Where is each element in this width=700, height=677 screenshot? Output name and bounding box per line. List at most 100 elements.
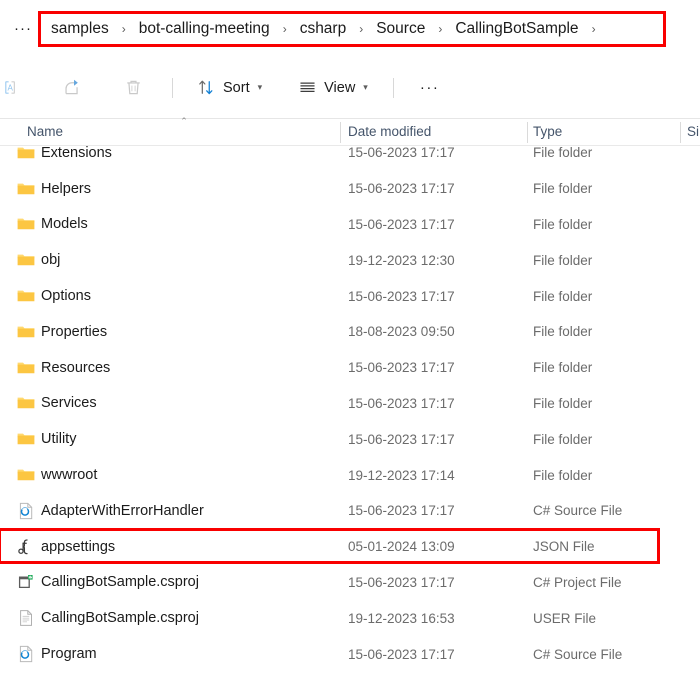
file-name: CallingBotSample.csproj <box>41 610 199 627</box>
table-row[interactable]: Services 15-06-2023 17:17 File folder <box>0 386 700 422</box>
column-header-row: Name Date modified Type Si <box>0 118 700 146</box>
column-header-date-modified[interactable]: Date modified <box>348 124 431 139</box>
share-icon <box>63 78 82 97</box>
file-list[interactable]: Extensions 15-06-2023 17:17 File folder Hel… <box>0 146 700 677</box>
csharp-file-icon <box>16 501 36 521</box>
file-type: USER File <box>533 610 597 626</box>
folder-icon <box>16 146 36 163</box>
file-type: C# Source File <box>533 646 623 662</box>
file-date-modified: 15-06-2023 17:17 <box>348 646 455 662</box>
rename-icon: A <box>2 78 21 97</box>
file-name: Models <box>41 216 88 233</box>
table-row[interactable]: Extensions 15-06-2023 17:17 File folder <box>0 146 700 171</box>
file-name: Services <box>41 395 97 412</box>
file-name: Program <box>41 646 97 663</box>
toolbar-divider-1 <box>172 77 173 98</box>
breadcrumb-overflow-button[interactable]: ··· <box>12 17 34 39</box>
file-name: Properties <box>41 323 108 340</box>
file-type: File folder <box>533 467 593 483</box>
sort-icon <box>197 78 216 97</box>
column-divider-3[interactable] <box>680 122 681 143</box>
column-divider-1[interactable] <box>340 122 341 143</box>
file-name: AdapterWithErrorHandler <box>41 502 204 519</box>
column-header-type[interactable]: Type <box>533 124 562 139</box>
share-button[interactable] <box>54 71 91 105</box>
table-row[interactable]: obj 19-12-2023 12:30 File folder <box>0 242 700 278</box>
folder-icon <box>16 358 36 378</box>
table-row[interactable]: Properties 18-08-2023 09:50 File folder <box>0 314 700 350</box>
json-file-icon <box>16 537 36 557</box>
breadcrumb-chevron-icon[interactable]: › <box>432 23 448 35</box>
csharp-file-icon <box>16 644 36 664</box>
breadcrumb-item-bot-calling-meeting[interactable]: bot-calling-meeting <box>132 19 277 39</box>
breadcrumb: samples › bot-calling-meeting › csharp › Sourc… <box>44 11 602 47</box>
folder-icon <box>16 214 36 234</box>
file-date-modified: 19-12-2023 16:53 <box>348 610 455 626</box>
breadcrumb-chevron-icon[interactable]: › <box>353 23 369 35</box>
breadcrumb-item-source[interactable]: Source <box>369 19 432 39</box>
file-date-modified: 15-06-2023 17:17 <box>348 288 455 304</box>
file-type: File folder <box>533 181 593 197</box>
file-type: C# Source File <box>533 503 623 519</box>
table-row[interactable]: wwwroot 19-12-2023 17:14 File folder <box>0 457 700 493</box>
column-divider-2[interactable] <box>527 122 528 143</box>
table-row[interactable]: Program 15-06-2023 17:17 C# Source File <box>0 636 700 672</box>
file-type: File folder <box>533 146 593 161</box>
table-row[interactable]: CallingBotSample.csproj 15-06-2023 17:17 C… <box>0 565 700 601</box>
file-date-modified: 19-12-2023 12:30 <box>348 252 455 268</box>
file-type: File folder <box>533 288 593 304</box>
table-row[interactable]: CallingBotSample.csproj 19-12-2023 16:53 U… <box>0 600 700 636</box>
column-header-size[interactable]: Si <box>687 124 699 139</box>
sort-button[interactable]: Sort ▾ <box>188 71 271 105</box>
folder-icon <box>16 429 36 449</box>
file-name: Utility <box>41 431 77 448</box>
folder-icon <box>16 286 36 306</box>
command-toolbar: A Sort ▾ View ▾ ··· <box>0 57 700 118</box>
table-row[interactable]: Options 15-06-2023 17:17 File folder <box>0 278 700 314</box>
svg-text:A: A <box>7 84 13 93</box>
file-type: File folder <box>533 395 593 411</box>
table-row[interactable]: AdapterWithErrorHandler 15-06-2023 17:17 C… <box>0 493 700 529</box>
more-options-button[interactable]: ··· <box>411 71 449 105</box>
sort-ascending-icon: ⌃ <box>180 116 188 126</box>
file-type: File folder <box>533 252 593 268</box>
file-date-modified: 15-06-2023 17:17 <box>348 216 455 232</box>
file-type: File folder <box>533 431 593 447</box>
breadcrumb-chevron-icon[interactable]: › <box>116 23 132 35</box>
file-date-modified: 15-06-2023 17:17 <box>348 503 455 519</box>
file-date-modified: 18-08-2023 09:50 <box>348 324 455 340</box>
column-header-name[interactable]: Name <box>27 124 63 139</box>
rename-button[interactable]: A <box>0 71 30 105</box>
breadcrumb-chevron-icon[interactable]: › <box>277 23 293 35</box>
csproj-file-icon <box>16 572 36 592</box>
view-button[interactable]: View ▾ <box>289 71 377 105</box>
address-bar: ··· samples › bot-calling-meeting › csharp › S… <box>0 0 700 57</box>
file-date-modified: 15-06-2023 17:17 <box>348 574 455 590</box>
sort-label: Sort <box>223 79 250 96</box>
table-row[interactable]: Helpers 15-06-2023 17:17 File folder <box>0 171 700 207</box>
folder-icon <box>16 179 36 199</box>
file-date-modified: 15-06-2023 17:17 <box>348 360 455 376</box>
table-row[interactable]: Utility 15-06-2023 17:17 File folder <box>0 421 700 457</box>
delete-button[interactable] <box>115 71 152 105</box>
file-name: Helpers <box>41 180 91 197</box>
breadcrumb-chevron-icon[interactable]: › <box>586 23 602 35</box>
view-icon <box>298 78 317 97</box>
chevron-down-icon: ▾ <box>363 82 368 92</box>
breadcrumb-item-samples[interactable]: samples <box>44 19 116 39</box>
file-type: JSON File <box>533 539 595 555</box>
file-date-modified: 15-06-2023 17:17 <box>348 146 455 161</box>
folder-icon <box>16 393 36 413</box>
folder-icon <box>16 465 36 485</box>
trash-icon <box>124 78 143 97</box>
table-row[interactable]: appsettings 05-01-2024 13:09 JSON File <box>0 529 700 565</box>
file-name: obj <box>41 252 61 269</box>
table-row[interactable]: Models 15-06-2023 17:17 File folder <box>0 207 700 243</box>
breadcrumb-item-callingbotsample[interactable]: CallingBotSample <box>448 19 585 39</box>
breadcrumb-item-csharp[interactable]: csharp <box>293 19 354 39</box>
file-date-modified: 15-06-2023 17:17 <box>348 431 455 447</box>
file-date-modified: 05-01-2024 13:09 <box>348 539 455 555</box>
table-row[interactable]: Resources 15-06-2023 17:17 File folder <box>0 350 700 386</box>
toolbar-divider-2 <box>392 77 394 98</box>
chevron-down-icon: ▾ <box>257 82 263 92</box>
